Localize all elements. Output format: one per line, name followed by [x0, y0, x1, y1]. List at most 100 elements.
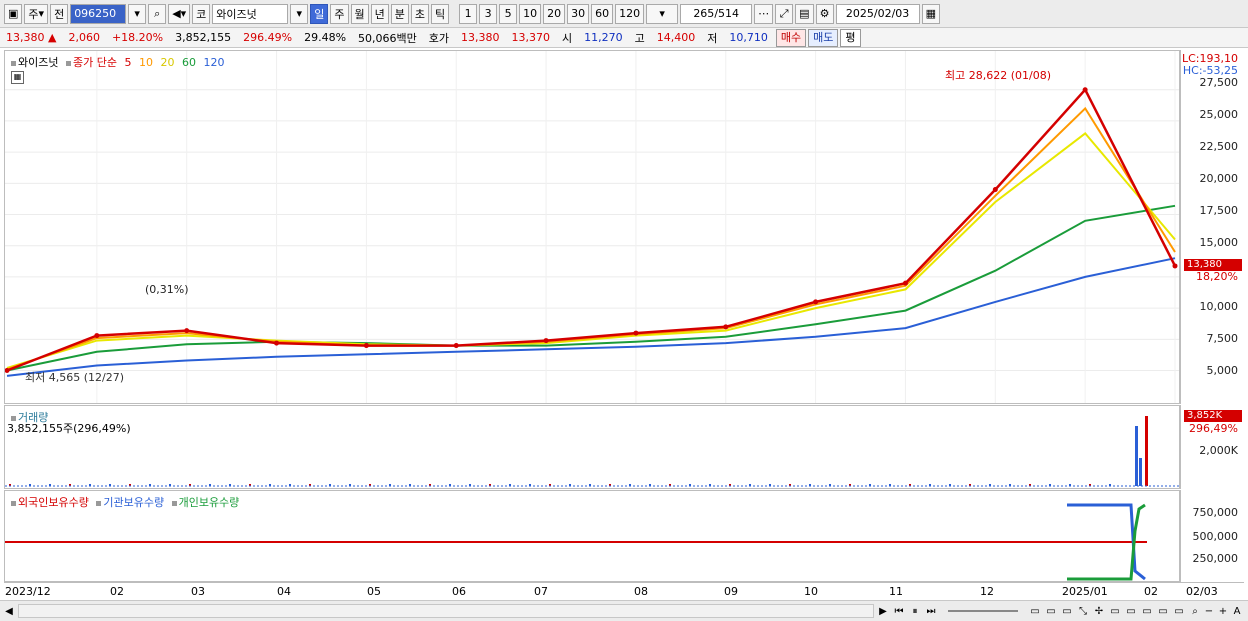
legend-ma-10: 10	[138, 56, 153, 69]
line-tool-icon[interactable]: ⤢	[775, 3, 794, 24]
horizontal-scrollbar[interactable]	[18, 604, 874, 618]
period-year-button[interactable]: 년	[370, 3, 389, 24]
price-point	[723, 324, 729, 330]
high-price: 14,400	[656, 31, 696, 44]
crosshair-icon[interactable]: ✢	[1092, 604, 1106, 618]
exchange-label[interactable]: 코	[192, 3, 211, 24]
layout-icon[interactable]: ▭	[1156, 604, 1170, 618]
save-icon[interactable]: ▤	[795, 3, 814, 24]
period-week-button[interactable]: 주	[330, 3, 349, 24]
zoom-out-icon[interactable]: −	[1202, 604, 1216, 618]
sell-button[interactable]: 매도	[808, 28, 839, 47]
date-label: 02	[110, 585, 124, 598]
price-value: 13,380	[6, 31, 45, 44]
date-label: 12	[980, 585, 994, 598]
chevron-down-icon[interactable]: ▾	[128, 3, 147, 24]
play-pause-icon[interactable]: ⏸	[908, 604, 922, 618]
layout-icon[interactable]: ▭	[1124, 604, 1138, 618]
layout-icon[interactable]: ▭	[1172, 604, 1186, 618]
count-value: 265	[693, 7, 715, 20]
rewind-icon[interactable]: ⏮	[892, 604, 906, 618]
interval-button[interactable]: 30	[567, 3, 590, 24]
price-tick: 10,000	[1199, 300, 1239, 313]
grid-icon[interactable]: ▦	[11, 71, 24, 84]
price-point	[992, 187, 998, 193]
price-tick: 20,000	[1199, 172, 1239, 185]
date-label: 08	[634, 585, 648, 598]
period-month-button[interactable]: 월	[350, 3, 369, 24]
count-field[interactable]: 265/514	[680, 3, 753, 24]
bottom-bar: ◀ ▶ ⏮ ⏸ ⏭ ▭ ▭ ▭ ⤡ ✢ ▭ ▭ ▭ ▭ ▭ ⌕ − + A	[0, 600, 1248, 621]
font-size-icon[interactable]: A	[1230, 604, 1244, 618]
volume-panel[interactable]: 거래량 3,852,155주(296,49%)	[4, 405, 1180, 489]
date-label: 03	[191, 585, 205, 598]
eval-button[interactable]: 평	[840, 28, 861, 47]
interval-button[interactable]: 120	[615, 3, 645, 24]
scroll-left-icon[interactable]: ◀	[2, 604, 16, 618]
interval-button[interactable]: 60	[591, 3, 614, 24]
turnover-pct: 29.48%	[304, 31, 347, 44]
stock-name-field[interactable]: 와이즈넛	[212, 3, 289, 24]
gear-icon[interactable]: ⚙	[815, 3, 834, 24]
interval-button[interactable]: 20	[543, 3, 566, 24]
date-label: 04	[277, 585, 291, 598]
bid-price-1: 13,380	[461, 31, 500, 44]
cursor-icon[interactable]: ⤡	[1076, 604, 1090, 618]
stock-code-input[interactable]: 096250	[70, 3, 127, 24]
search-icon[interactable]: ⌕	[148, 3, 167, 24]
price-point	[902, 280, 908, 286]
legend-individual: 개인보유수량	[178, 496, 240, 509]
calendar-icon[interactable]: ▦	[921, 3, 940, 24]
zoom-slider[interactable]	[948, 610, 1018, 612]
window-icon[interactable]: ▣	[4, 3, 23, 24]
legend-marker	[11, 500, 16, 506]
buy-button[interactable]: 매수	[775, 28, 807, 47]
trade-amount: 50,066백만	[358, 31, 417, 45]
price-axis: LC:193,10 HC:-53,25 27,500 25,000 22,500…	[1180, 50, 1244, 404]
chart-tools-icon[interactable]: ⋯	[754, 3, 774, 24]
market-label: 주	[28, 7, 39, 21]
interval-dropdown[interactable]: ▾	[646, 3, 679, 24]
holdings-tick: 500,000	[1192, 530, 1239, 543]
holdings-panel[interactable]: 외국인보유수량 기관보유수량 개인보유수량	[4, 490, 1180, 582]
date-label: 10	[804, 585, 818, 598]
price-point	[1172, 263, 1178, 269]
price-chart-panel[interactable]: 와이즈넛 종가 단순 5 10 20 60 120 ▦ 최고 28,622 (0…	[4, 50, 1180, 404]
interval-button[interactable]: 10	[519, 3, 542, 24]
fast-forward-icon[interactable]: ⏭	[924, 604, 938, 618]
layout-icon[interactable]: ▭	[1140, 604, 1154, 618]
market-select[interactable]: 주 ▾	[24, 3, 49, 24]
open-label: 시	[562, 31, 573, 45]
interval-button[interactable]: 3	[479, 3, 498, 24]
period-tick-button[interactable]: 틱	[431, 3, 450, 24]
zoom-icon[interactable]: ⌕	[1188, 604, 1202, 618]
holdings-tick: 750,000	[1192, 506, 1239, 519]
volume-flag: 3,852K	[1184, 410, 1242, 422]
period-minute-button[interactable]: 분	[390, 3, 409, 24]
bid-price-2: 13,370	[511, 31, 551, 44]
layout-icon[interactable]: ▭	[1060, 604, 1074, 618]
speaker-icon[interactable]: ◀▾	[168, 3, 191, 24]
interval-button[interactable]: 1	[459, 3, 478, 24]
date-label: 11	[889, 585, 903, 598]
chevron-down-icon[interactable]: ▾	[290, 3, 309, 24]
layout-icon[interactable]: ▭	[1028, 604, 1042, 618]
scroll-right-icon[interactable]: ▶	[876, 604, 890, 618]
legend-ma-60: 60	[181, 56, 196, 69]
price-tick: 22,500	[1199, 140, 1239, 153]
zoom-in-icon[interactable]: +	[1216, 604, 1230, 618]
interval-button[interactable]: 5	[499, 3, 518, 24]
price-point	[633, 330, 639, 336]
prev-button[interactable]: 전	[50, 3, 69, 24]
date-label: 09	[724, 585, 738, 598]
period-second-button[interactable]: 초	[410, 3, 430, 24]
price-tick: 27,500	[1199, 76, 1239, 89]
layout-icon[interactable]: ▭	[1108, 604, 1122, 618]
date-field[interactable]: 2025/02/03	[835, 3, 920, 24]
price-tick: 7,500	[1206, 332, 1239, 345]
holdings-legend: 외국인보유수량 기관보유수량 개인보유수량	[11, 494, 243, 510]
current-price: 13,380 ▲	[0, 31, 62, 44]
layout-icon[interactable]: ▭	[1044, 604, 1058, 618]
period-day-button[interactable]: 일	[310, 3, 329, 24]
volume-bar	[1135, 426, 1138, 486]
